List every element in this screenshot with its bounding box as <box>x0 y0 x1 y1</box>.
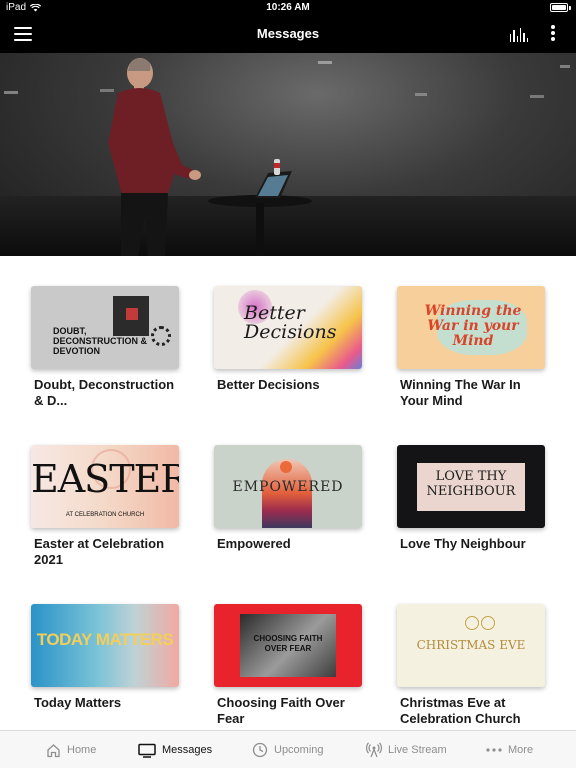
broadcast-icon <box>366 742 382 758</box>
tab-live-stream[interactable]: Live Stream <box>366 731 447 768</box>
page-title: Messages <box>256 26 320 41</box>
message-thumbnail: TODAY MATTERS <box>31 604 179 687</box>
thumbnail-title: DOUBT, DECONSTRUCTION & DEVOTION <box>53 326 147 356</box>
status-time: 10:26 AM <box>266 2 310 13</box>
thumbnail-title: LOVE THY NEIGHBOUR <box>426 469 516 499</box>
battery-icon <box>550 3 568 12</box>
message-title: Christmas Eve at Celebration Church <box>400 695 521 726</box>
message-thumbnail: EMPOWERED <box>214 445 362 528</box>
message-card[interactable]: EASTER AT CELEBRATION CHURCH Easter at C… <box>31 445 179 568</box>
clock-icon <box>252 742 268 758</box>
tab-messages[interactable]: Messages <box>138 731 212 768</box>
message-title: Empowered <box>217 536 291 551</box>
thumbnail-title: Better Decisions <box>244 302 337 343</box>
tab-upcoming[interactable]: Upcoming <box>252 731 324 768</box>
tab-label: More <box>508 744 534 756</box>
message-title: Doubt, Deconstruction & D... <box>34 377 175 408</box>
battery-tip <box>569 6 571 10</box>
more-vertical-icon[interactable] <box>550 25 556 43</box>
message-title: Better Decisions <box>217 377 320 392</box>
message-thumbnail: LOVE THY NEIGHBOUR <box>397 445 545 528</box>
tab-label: Home <box>67 744 97 756</box>
message-title: Winning The War In Your Mind <box>400 377 521 408</box>
ellipsis-icon <box>486 748 502 752</box>
thumbnail-title: EMPOWERED <box>232 479 344 495</box>
message-title: Today Matters <box>34 695 122 710</box>
tab-label: Live Stream <box>388 744 447 756</box>
navigation-bar: Messages <box>0 16 576 53</box>
thumbnail-title: CHRISTMAS EVE <box>416 638 526 652</box>
message-card[interactable]: Better Decisions Better Decisions <box>214 286 362 393</box>
message-card[interactable]: DOUBT, DECONSTRUCTION & DEVOTION Doubt, … <box>31 286 179 409</box>
message-card[interactable]: LOVE THY NEIGHBOUR Love Thy Neighbour <box>397 445 545 552</box>
tab-label: Messages <box>162 744 213 756</box>
audio-bars-icon[interactable] <box>510 26 528 42</box>
hero-image <box>0 53 576 256</box>
message-card[interactable]: EMPOWERED Empowered <box>214 445 362 552</box>
message-card[interactable]: Winning the War in your Mind Winning The… <box>397 286 545 409</box>
message-thumbnail: DOUBT, DECONSTRUCTION & DEVOTION <box>31 286 179 369</box>
message-thumbnail: Better Decisions <box>214 286 362 369</box>
tab-bar: Home Messages Upcoming Live Stream More <box>0 730 576 768</box>
thumbnail-title: TODAY MATTERS <box>36 630 174 649</box>
message-thumbnail: EASTER AT CELEBRATION CHURCH <box>31 445 179 528</box>
tab-label: Upcoming <box>274 744 324 756</box>
tab-more[interactable]: More <box>486 731 533 768</box>
status-bar: iPad 10:26 AM <box>0 0 576 16</box>
message-thumbnail: CHRISTMAS EVE <box>397 604 545 687</box>
message-title: Easter at Celebration 2021 <box>34 536 165 567</box>
thumbnail-title: CHOOSING FAITH OVER FEAR <box>253 634 323 653</box>
tv-icon <box>138 743 156 758</box>
thumbnail-title: Winning the War in your Mind <box>424 303 522 349</box>
speaker-illustration <box>4 58 570 256</box>
message-card[interactable]: TODAY MATTERS Today Matters <box>31 604 179 711</box>
message-thumbnail: CHOOSING FAITH OVER FEAR <box>214 604 362 687</box>
message-thumbnail: Winning the War in your Mind <box>397 286 545 369</box>
message-card[interactable]: CHRISTMAS EVE Christmas Eve at Celebrati… <box>397 604 545 727</box>
messages-grid: DOUBT, DECONSTRUCTION & DEVOTION Doubt, … <box>0 256 576 730</box>
thumbnail-title: EASTER <box>31 457 179 501</box>
thumbnail-subtitle: AT CELEBRATION CHURCH <box>65 512 145 518</box>
home-icon <box>47 743 60 757</box>
message-card[interactable]: CHOOSING FAITH OVER FEAR Choosing Faith … <box>214 604 362 727</box>
tab-home[interactable]: Home <box>46 731 96 768</box>
message-title: Choosing Faith Over Fear <box>217 695 345 726</box>
message-title: Love Thy Neighbour <box>400 536 526 551</box>
